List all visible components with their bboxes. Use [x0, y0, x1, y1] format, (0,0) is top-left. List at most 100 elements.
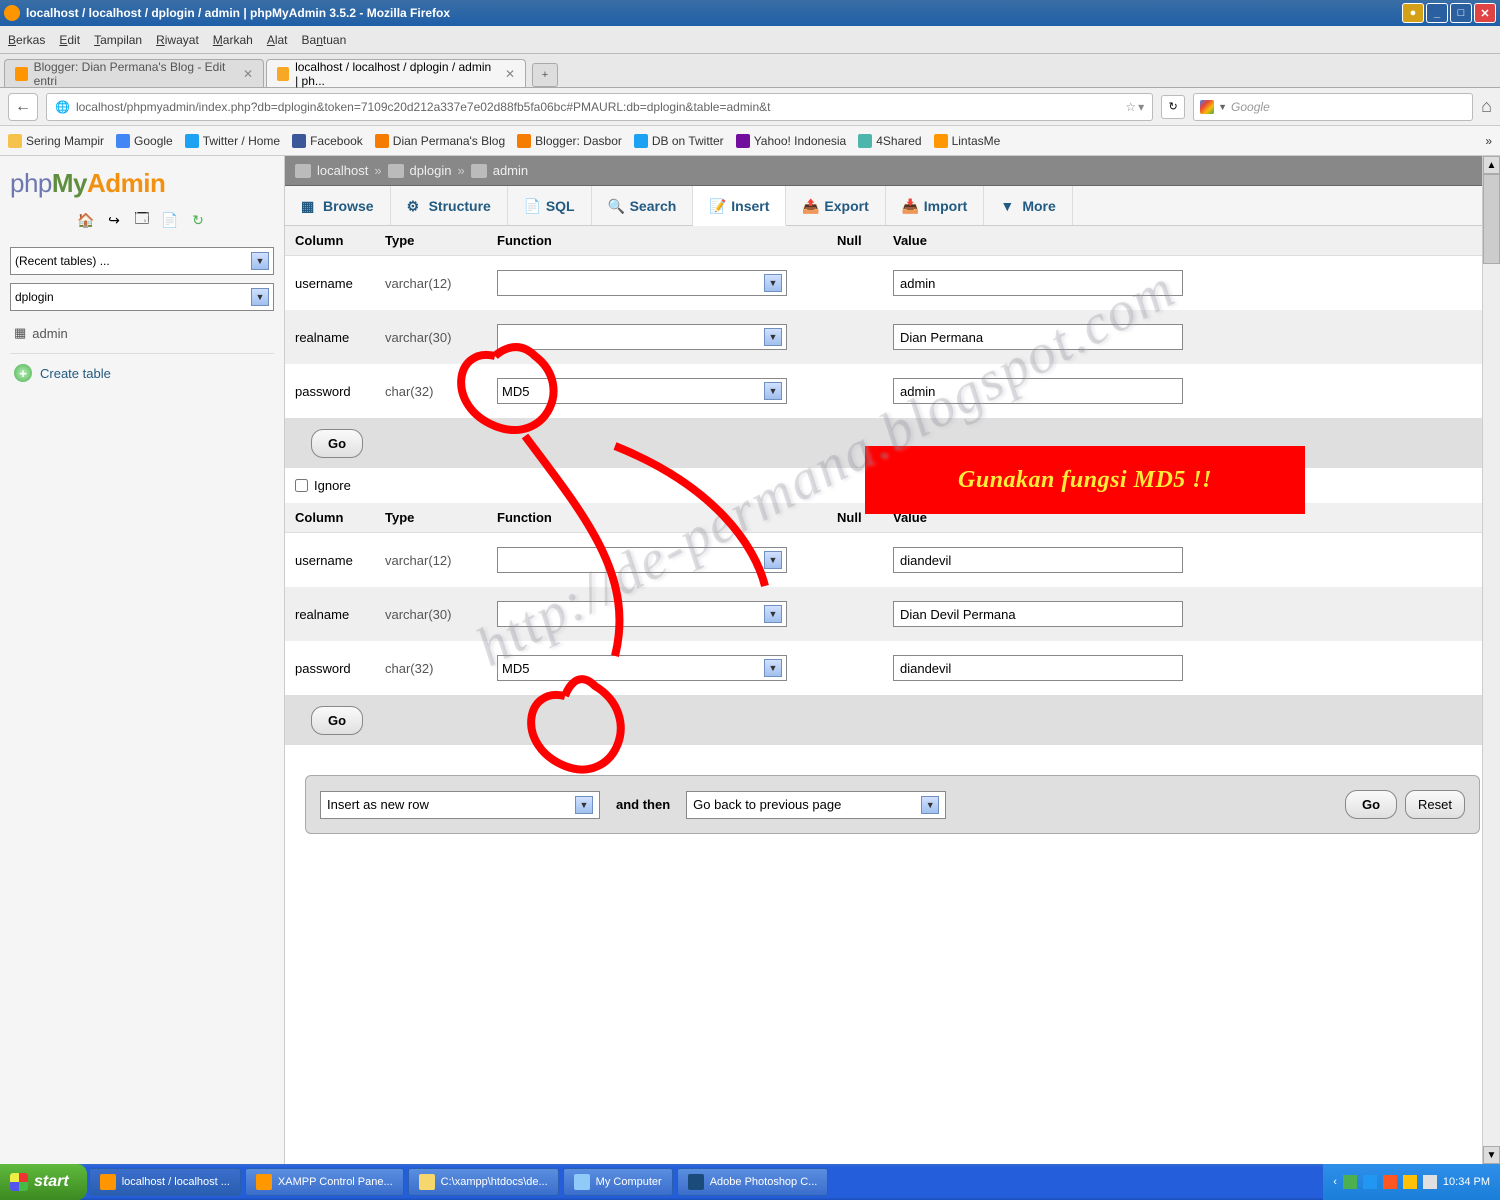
- tab-import[interactable]: 📥Import: [886, 186, 985, 225]
- window-maximize-button[interactable]: □: [1450, 3, 1472, 23]
- tab-browse[interactable]: ▦Browse: [285, 186, 391, 225]
- go-button[interactable]: Go: [311, 706, 363, 735]
- value-input[interactable]: [893, 601, 1183, 627]
- menu-bantuan[interactable]: Bantuan: [302, 33, 347, 47]
- breadcrumb-host[interactable]: localhost: [317, 163, 368, 178]
- tray-icon[interactable]: [1343, 1175, 1357, 1189]
- sidebar-table-admin[interactable]: ▦ admin: [10, 319, 274, 347]
- reset-button[interactable]: Reset: [1405, 790, 1465, 819]
- bookmarks-overflow-button[interactable]: »: [1485, 134, 1492, 148]
- insert-mode-select[interactable]: Insert as new row ▼: [320, 791, 600, 819]
- tray-clock[interactable]: 10:34 PM: [1443, 1176, 1490, 1188]
- menu-alat[interactable]: Alat: [267, 33, 288, 47]
- new-tab-button[interactable]: +: [532, 63, 558, 87]
- value-input[interactable]: [893, 270, 1183, 296]
- bookmark-sering-mampir[interactable]: Sering Mampir: [8, 134, 104, 148]
- tab-label: Export: [824, 198, 868, 214]
- bookmark-google[interactable]: Google: [116, 134, 173, 148]
- home-button[interactable]: ⌂: [1481, 96, 1492, 117]
- taskbar-item-mycomputer[interactable]: My Computer: [563, 1168, 673, 1196]
- bookmark-icon: [736, 134, 750, 148]
- function-select[interactable]: MD5▼: [497, 655, 787, 681]
- close-icon[interactable]: ✕: [505, 67, 515, 81]
- create-table-button[interactable]: + Create table: [10, 353, 274, 392]
- function-select[interactable]: MD5▼: [497, 378, 787, 404]
- tab-search[interactable]: 🔍Search: [592, 186, 694, 225]
- logout-icon[interactable]: ↪: [105, 211, 123, 229]
- go-button[interactable]: Go: [1345, 790, 1397, 819]
- bookmark-twitter[interactable]: Twitter / Home: [185, 134, 280, 148]
- tab-structure[interactable]: ⚙Structure: [391, 186, 508, 225]
- tray-icon[interactable]: [1403, 1175, 1417, 1189]
- tab-insert[interactable]: 📝Insert: [693, 186, 786, 226]
- menu-markah[interactable]: Markah: [213, 33, 253, 47]
- value-input[interactable]: [893, 324, 1183, 350]
- function-select[interactable]: ▼: [497, 547, 787, 573]
- docs-icon[interactable]: 📄: [161, 211, 179, 229]
- ignore-checkbox[interactable]: [295, 479, 308, 492]
- favorite-icon[interactable]: ☆: [1125, 100, 1136, 114]
- menu-riwayat[interactable]: Riwayat: [156, 33, 199, 47]
- scroll-thumb[interactable]: [1483, 174, 1500, 264]
- bookmark-yahoo[interactable]: Yahoo! Indonesia: [736, 134, 847, 148]
- breadcrumb-db[interactable]: dplogin: [410, 163, 452, 178]
- menu-berkas[interactable]: Berkas: [8, 33, 45, 47]
- query-window-icon[interactable]: 🗔: [133, 211, 151, 229]
- and-then-label: and then: [616, 797, 670, 812]
- pma-tabs: ▦Browse ⚙Structure 📄SQL 🔍Search 📝Insert …: [285, 186, 1500, 226]
- go-button[interactable]: Go: [311, 429, 363, 458]
- recent-tables-select[interactable]: (Recent tables) ... ▼: [10, 247, 274, 275]
- breadcrumb-table[interactable]: admin: [493, 163, 528, 178]
- value-input[interactable]: [893, 378, 1183, 404]
- tab-blogger[interactable]: Blogger: Dian Permana's Blog - Edit entr…: [4, 59, 264, 87]
- value-input[interactable]: [893, 547, 1183, 573]
- scroll-up-button[interactable]: ▲: [1483, 156, 1500, 174]
- tab-phpmyadmin[interactable]: localhost / localhost / dplogin / admin …: [266, 59, 526, 87]
- tray-icon[interactable]: [1383, 1175, 1397, 1189]
- bookmark-label: Dian Permana's Blog: [393, 134, 505, 148]
- taskbar-item-firefox[interactable]: localhost / localhost ...: [89, 1168, 241, 1196]
- after-insert-select[interactable]: Go back to previous page ▼: [686, 791, 946, 819]
- function-select[interactable]: ▼: [497, 270, 787, 296]
- header-function: Function: [497, 233, 837, 248]
- bookmark-lintasme[interactable]: LintasMe: [934, 134, 1001, 148]
- url-input[interactable]: 🌐 localhost/phpmyadmin/index.php?db=dplo…: [46, 93, 1153, 121]
- taskbar-item-explorer[interactable]: C:\xampp\htdocs\de...: [408, 1168, 559, 1196]
- window-close-button[interactable]: ✕: [1474, 3, 1496, 23]
- task-label: My Computer: [596, 1176, 662, 1188]
- menu-edit[interactable]: Edit: [59, 33, 80, 47]
- volume-icon[interactable]: [1423, 1175, 1437, 1189]
- back-button[interactable]: ←: [8, 93, 38, 121]
- vertical-scrollbar[interactable]: ▲ ▼: [1482, 156, 1500, 1164]
- reload-icon[interactable]: ↻: [189, 211, 207, 229]
- bookmark-4shared[interactable]: 4Shared: [858, 134, 921, 148]
- taskbar-item-photoshop[interactable]: Adobe Photoshop C...: [677, 1168, 829, 1196]
- dropdown-icon[interactable]: ▾: [1138, 100, 1144, 114]
- search-input[interactable]: ▼ Google: [1193, 93, 1473, 121]
- start-button[interactable]: start: [0, 1164, 87, 1200]
- cell-column: username: [285, 276, 385, 291]
- bookmark-dian-blog[interactable]: Dian Permana's Blog: [375, 134, 505, 148]
- bookmark-facebook[interactable]: Facebook: [292, 134, 363, 148]
- function-select[interactable]: ▼: [497, 324, 787, 350]
- taskbar-item-xampp[interactable]: XAMPP Control Pane...: [245, 1168, 404, 1196]
- scroll-down-button[interactable]: ▼: [1483, 1146, 1500, 1164]
- tray-icon[interactable]: [1363, 1175, 1377, 1189]
- bookmark-db-twitter[interactable]: DB on Twitter: [634, 134, 724, 148]
- task-label: C:\xampp\htdocs\de...: [441, 1176, 548, 1188]
- bookmark-blogger-dasbor[interactable]: Blogger: Dasbor: [517, 134, 622, 148]
- menu-tampilan[interactable]: Tampilan: [94, 33, 142, 47]
- tray-chevron-icon[interactable]: ‹: [1333, 1176, 1337, 1188]
- window-help-button[interactable]: ●: [1402, 3, 1424, 23]
- home-icon[interactable]: 🏠: [77, 211, 95, 229]
- reload-button[interactable]: ↻: [1161, 95, 1185, 119]
- close-icon[interactable]: ✕: [243, 67, 253, 81]
- window-minimize-button[interactable]: _: [1426, 3, 1448, 23]
- value-input[interactable]: [893, 655, 1183, 681]
- database-select[interactable]: dplogin ▼: [10, 283, 274, 311]
- tab-more[interactable]: ▼More: [984, 186, 1072, 225]
- function-select[interactable]: ▼: [497, 601, 787, 627]
- bookmark-label: Facebook: [310, 134, 363, 148]
- tab-sql[interactable]: 📄SQL: [508, 186, 592, 225]
- tab-export[interactable]: 📤Export: [786, 186, 885, 225]
